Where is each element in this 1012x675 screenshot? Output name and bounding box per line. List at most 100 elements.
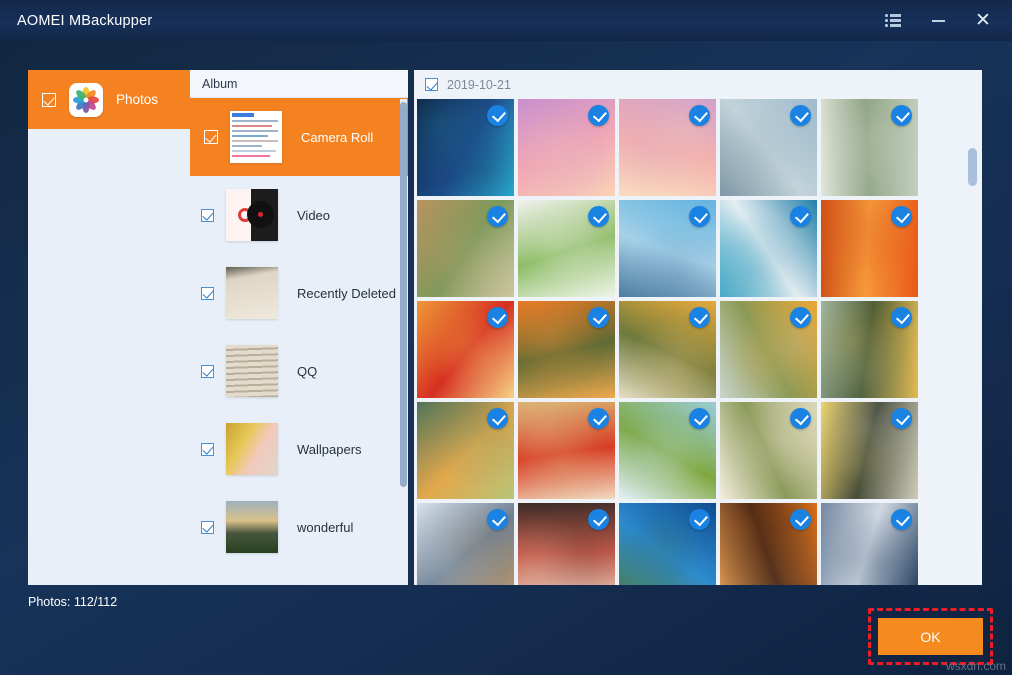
date-group-label: 2019-10-21	[447, 78, 511, 92]
photo-thumbnail[interactable]	[821, 503, 918, 585]
photo-thumbnail[interactable]	[821, 200, 918, 297]
sidebar-item-label: Photos	[116, 92, 158, 107]
album-header-label: Album	[202, 77, 237, 91]
menu-icon[interactable]	[882, 10, 904, 32]
photo-thumbnail[interactable]	[619, 301, 716, 398]
photo-selected-check-icon[interactable]	[891, 206, 912, 227]
album-item-thumbnail	[226, 423, 278, 475]
album-list-item[interactable]: Wallpapers	[190, 410, 408, 488]
photo-selected-check-icon[interactable]	[588, 307, 609, 328]
photos-app-icon	[69, 83, 103, 117]
photo-thumbnail[interactable]	[821, 301, 918, 398]
photo-thumbnail[interactable]	[518, 301, 615, 398]
photo-selected-check-icon[interactable]	[790, 307, 811, 328]
window-controls: ✕	[882, 10, 994, 32]
photo-selected-check-icon[interactable]	[487, 206, 508, 227]
category-panel	[28, 70, 190, 585]
app-title: AOMEI MBackupper	[17, 13, 152, 29]
photo-thumbnail[interactable]	[417, 503, 514, 585]
date-group-header: 2019-10-21	[414, 70, 982, 99]
album-item-thumbnail	[230, 111, 282, 163]
album-item-label: Camera Roll	[301, 130, 373, 145]
photo-selected-check-icon[interactable]	[487, 307, 508, 328]
album-item-label: QQ	[297, 364, 317, 379]
album-panel: Album Camera Roll Video Recently Deleted QQ…	[190, 70, 408, 585]
album-item-checkbox[interactable]	[204, 130, 218, 144]
album-list-item[interactable]: Video	[190, 176, 408, 254]
sidebar-item-photos[interactable]: Photos	[28, 70, 190, 129]
watermark: wsxdn.com	[946, 659, 1006, 673]
photo-thumbnail[interactable]	[720, 402, 817, 499]
photo-selected-check-icon[interactable]	[588, 509, 609, 530]
photo-selected-check-icon[interactable]	[588, 206, 609, 227]
photo-thumbnail[interactable]	[720, 99, 817, 196]
close-icon[interactable]: ✕	[972, 10, 994, 32]
photo-selected-check-icon[interactable]	[891, 105, 912, 126]
photo-selected-check-icon[interactable]	[689, 408, 710, 429]
photo-thumbnail[interactable]	[821, 402, 918, 499]
album-item-thumbnail	[226, 345, 278, 397]
photo-thumbnail[interactable]	[720, 200, 817, 297]
photos-checkbox[interactable]	[42, 93, 56, 107]
photo-selected-check-icon[interactable]	[689, 307, 710, 328]
photo-selected-check-icon[interactable]	[790, 105, 811, 126]
photo-thumbnail[interactable]	[821, 99, 918, 196]
photo-thumbnail[interactable]	[619, 200, 716, 297]
ok-button[interactable]: OK	[878, 618, 983, 655]
album-item-thumbnail	[226, 267, 278, 319]
album-item-label: wonderful	[297, 520, 353, 535]
minimize-icon[interactable]	[927, 10, 949, 32]
photo-thumbnail[interactable]	[518, 503, 615, 585]
photo-selected-check-icon[interactable]	[891, 307, 912, 328]
album-list-item[interactable]: QQ	[190, 332, 408, 410]
photo-thumbnail[interactable]	[417, 301, 514, 398]
date-group-checkbox[interactable]	[425, 78, 438, 91]
photo-selected-check-icon[interactable]	[689, 509, 710, 530]
album-item-checkbox[interactable]	[201, 365, 214, 378]
photo-thumbnail[interactable]	[518, 402, 615, 499]
album-list-item[interactable]: Camera Roll	[190, 98, 408, 176]
album-list-item[interactable]: Recently Deleted	[190, 254, 408, 332]
photo-selected-check-icon[interactable]	[891, 408, 912, 429]
album-item-checkbox[interactable]	[201, 521, 214, 534]
photo-thumbnail[interactable]	[619, 503, 716, 585]
photo-thumbnail[interactable]	[518, 200, 615, 297]
album-item-thumbnail	[226, 189, 278, 241]
photo-selected-check-icon[interactable]	[790, 509, 811, 530]
photo-selected-check-icon[interactable]	[487, 408, 508, 429]
album-item-checkbox[interactable]	[201, 287, 214, 300]
album-list: Camera Roll Video Recently Deleted QQ Wallpa…	[190, 98, 408, 566]
photo-thumbnail[interactable]	[720, 301, 817, 398]
photo-thumbnail-grid	[414, 99, 982, 585]
photo-selected-check-icon[interactable]	[588, 105, 609, 126]
album-header: Album	[190, 70, 408, 98]
photos-icon-center	[84, 97, 89, 102]
photo-selected-check-icon[interactable]	[790, 408, 811, 429]
photo-thumbnail[interactable]	[619, 99, 716, 196]
photo-selected-check-icon[interactable]	[689, 105, 710, 126]
photo-thumbnail[interactable]	[417, 200, 514, 297]
ok-button-highlight: OK	[868, 608, 993, 665]
photo-thumbnail[interactable]	[619, 402, 716, 499]
album-item-checkbox[interactable]	[201, 443, 214, 456]
album-item-thumbnail	[226, 501, 278, 553]
title-bar: AOMEI MBackupper ✕	[0, 0, 1012, 41]
album-scrollbar-thumb[interactable]	[400, 102, 407, 487]
photo-selected-check-icon[interactable]	[790, 206, 811, 227]
photo-grid-panel: 2019-10-21	[414, 70, 982, 585]
photo-selected-check-icon[interactable]	[588, 408, 609, 429]
photo-selected-check-icon[interactable]	[487, 105, 508, 126]
album-item-checkbox[interactable]	[201, 209, 214, 222]
photo-selected-check-icon[interactable]	[487, 509, 508, 530]
photo-thumbnail[interactable]	[417, 99, 514, 196]
photo-selected-check-icon[interactable]	[891, 509, 912, 530]
album-item-label: Video	[297, 208, 330, 223]
grid-scrollbar-thumb[interactable]	[968, 148, 977, 186]
status-count: Photos: 112/112	[28, 595, 117, 609]
album-item-label: Recently Deleted	[297, 286, 396, 301]
photo-thumbnail[interactable]	[518, 99, 615, 196]
photo-selected-check-icon[interactable]	[689, 206, 710, 227]
photo-thumbnail[interactable]	[720, 503, 817, 585]
album-list-item[interactable]: wonderful	[190, 488, 408, 566]
photo-thumbnail[interactable]	[417, 402, 514, 499]
